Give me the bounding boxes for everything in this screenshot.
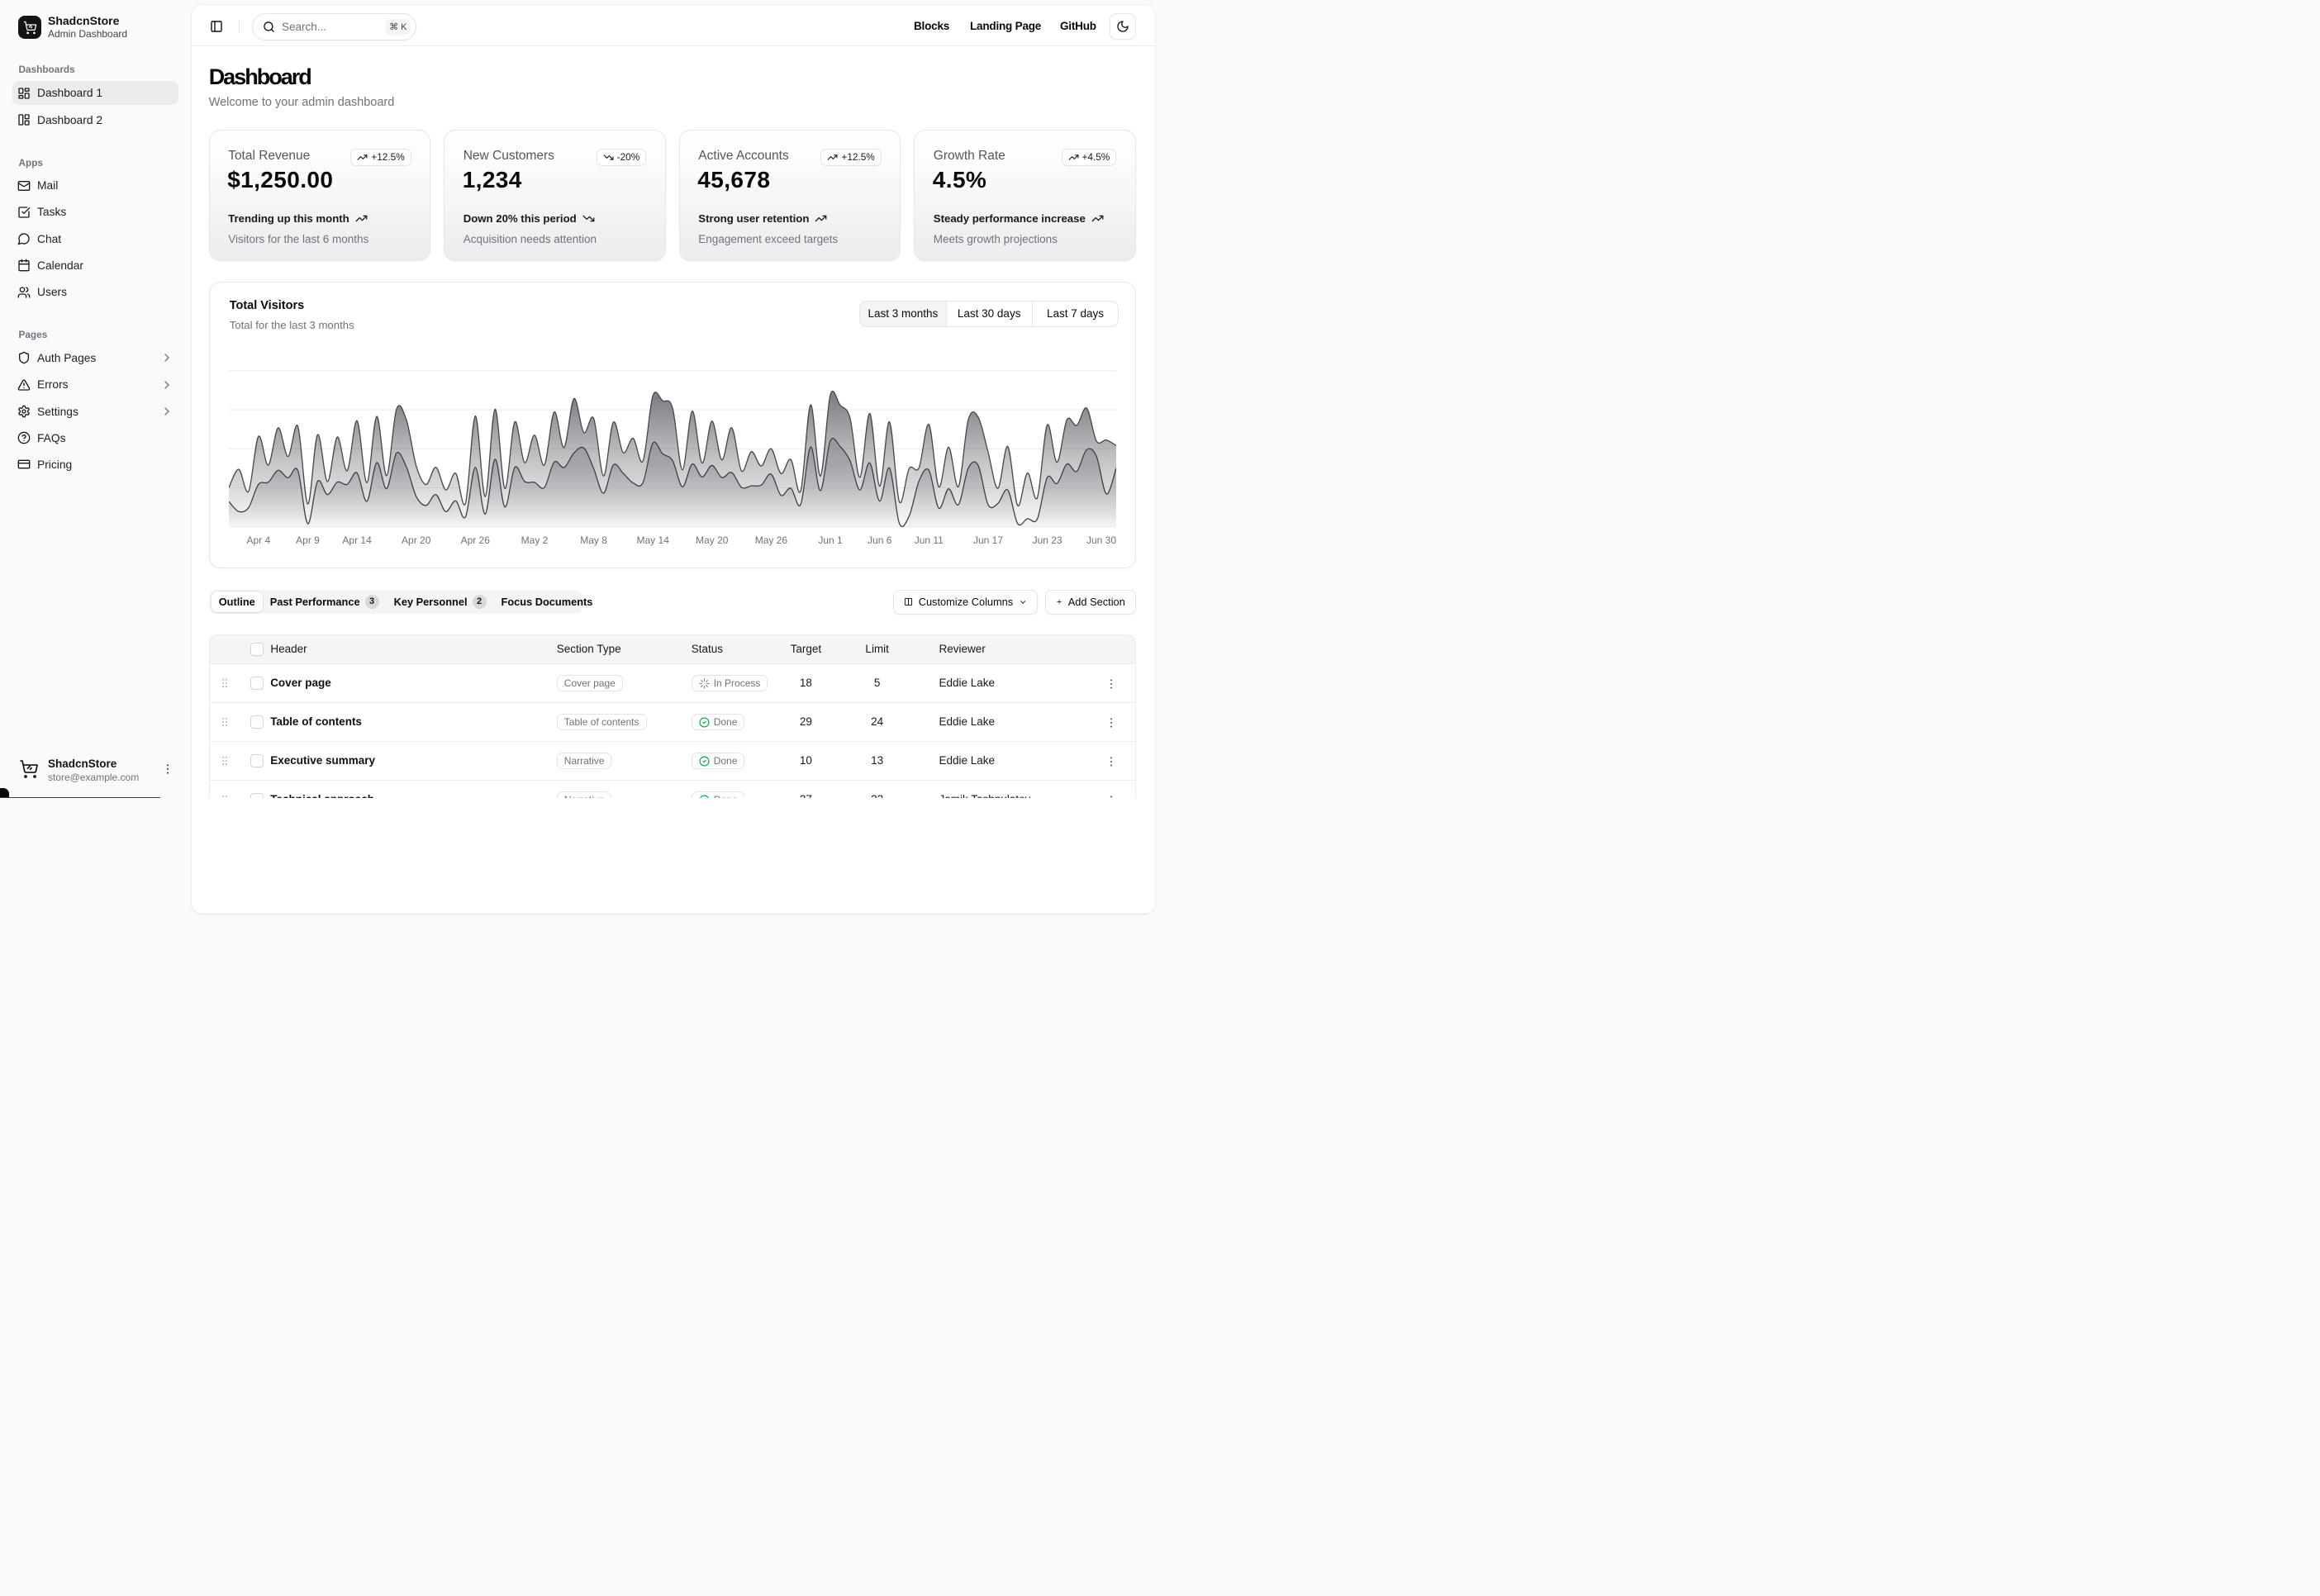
svg-text:May 2: May 2 bbox=[521, 534, 548, 546]
svg-text:Apr 4: Apr 4 bbox=[246, 534, 270, 546]
svg-text:May 26: May 26 bbox=[754, 534, 787, 546]
svg-text:Jun 1: Jun 1 bbox=[818, 534, 843, 546]
svg-text:Jun 6: Jun 6 bbox=[868, 534, 892, 546]
svg-text:Apr 26: Apr 26 bbox=[460, 534, 490, 546]
svg-text:May 20: May 20 bbox=[696, 534, 729, 546]
svg-text:Apr 9: Apr 9 bbox=[296, 534, 320, 546]
svg-text:Apr 14: Apr 14 bbox=[342, 534, 372, 546]
svg-text:Jun 11: Jun 11 bbox=[914, 534, 943, 546]
svg-text:Jun 17: Jun 17 bbox=[973, 534, 1003, 546]
svg-text:Apr 20: Apr 20 bbox=[402, 534, 431, 546]
svg-text:May 8: May 8 bbox=[580, 534, 607, 546]
svg-text:Jun 30: Jun 30 bbox=[1086, 534, 1116, 546]
svg-text:Jun 23: Jun 23 bbox=[1032, 534, 1062, 546]
svg-text:May 14: May 14 bbox=[636, 534, 669, 546]
